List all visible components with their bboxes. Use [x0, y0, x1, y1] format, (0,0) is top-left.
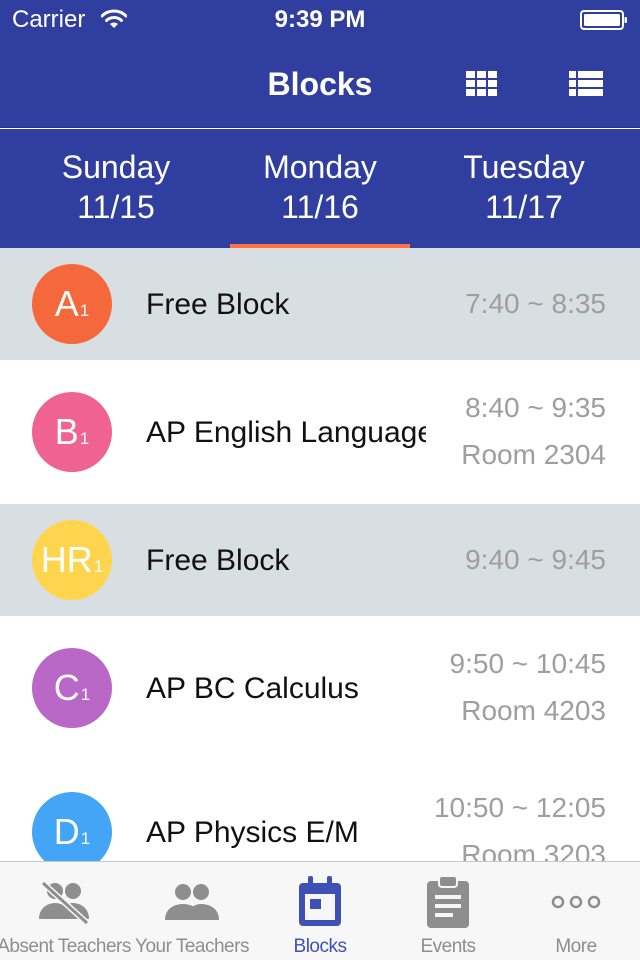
block-time: 9:50 ~ 10:45: [449, 648, 606, 679]
tab-label: Blocks: [293, 936, 347, 957]
tab-your-teachers[interactable]: Your Teachers: [128, 862, 256, 960]
more-dots-icon: [551, 895, 601, 909]
tab-events[interactable]: Events: [384, 862, 512, 960]
your-teachers-icon: [165, 884, 219, 920]
day-name: Tuesday: [463, 149, 585, 185]
block-subscript: 1: [79, 301, 90, 320]
day-tab-sunday[interactable]: Sunday 11/15: [16, 147, 216, 227]
absent-teachers-icon: [39, 880, 90, 926]
block-letter: D: [53, 811, 80, 852]
block-letter: B: [54, 411, 79, 452]
day-date: 11/15: [77, 189, 155, 225]
day-name: Sunday: [61, 149, 171, 185]
day-date: 11/16: [281, 189, 359, 225]
page-title: Blocks: [267, 66, 373, 102]
day-date: 11/17: [485, 189, 563, 225]
block-row-b[interactable]: B1 AP English Language 8:40 ~ 9:35 Room …: [0, 360, 640, 504]
tab-label: Absent Teachers: [0, 936, 131, 957]
block-name: AP BC Calculus: [146, 672, 359, 705]
tab-more[interactable]: More: [512, 862, 640, 960]
block-time: 8:40 ~ 9:35: [465, 392, 606, 423]
block-name: AP Physics E/M: [146, 816, 359, 849]
block-row-a[interactable]: A1 Free Block 7:40 ~ 8:35: [0, 248, 640, 360]
tab-blocks[interactable]: Blocks: [256, 862, 384, 960]
block-badge: C1: [32, 648, 112, 728]
tab-label: Your Teachers: [135, 936, 249, 957]
day-tab-monday[interactable]: Monday 11/16: [220, 147, 420, 227]
block-row-hr[interactable]: HR 1 Free Block 9:40 ~ 9:45: [0, 504, 640, 616]
block-name: Free Block: [146, 288, 290, 321]
tab-bar: Absent Teachers Your Teachers Blocks Eve…: [0, 861, 640, 960]
block-badge: A1: [32, 264, 112, 344]
block-subscript: 1: [93, 557, 104, 576]
block-time: 10:50 ~ 12:05: [433, 792, 606, 823]
block-room: Room 3203: [461, 839, 606, 861]
block-letter: HR: [40, 539, 93, 580]
day-name: Monday: [263, 149, 377, 185]
block-room: Room 4203: [461, 695, 606, 726]
block-row-d[interactable]: D1 AP Physics E/M 10:50 ~ 12:05 Room 320…: [0, 760, 640, 861]
grid-view-icon: [466, 71, 497, 96]
block-letter: A: [54, 283, 79, 324]
block-badge: D1: [32, 792, 112, 861]
block-subscript: 1: [79, 429, 90, 448]
grid-view-button[interactable]: [462, 64, 502, 104]
block-badge: HR 1: [32, 520, 112, 600]
navigation-bar: Blocks: [0, 40, 640, 128]
block-row-c[interactable]: C1 AP BC Calculus 9:50 ~ 10:45 Room 4203: [0, 616, 640, 760]
block-time: 7:40 ~ 8:35: [465, 288, 606, 319]
tab-label: More: [555, 936, 597, 957]
tab-label: Events: [420, 936, 476, 957]
tab-absent-teachers[interactable]: Absent Teachers: [0, 862, 131, 960]
battery-icon: [580, 10, 627, 30]
block-time: 9:40 ~ 9:45: [465, 544, 606, 575]
block-subscript: 1: [80, 685, 91, 704]
block-name: Free Block: [146, 544, 290, 577]
block-badge: B1: [32, 392, 112, 472]
clipboard-icon: [427, 875, 469, 928]
block-name: AP English Language: [146, 416, 426, 449]
block-room: Room 2304: [461, 439, 606, 470]
status-bar: Carrier 9:39 PM: [0, 0, 640, 40]
clock-time: 9:39 PM: [274, 6, 366, 33]
block-letter: C: [53, 667, 80, 708]
block-subscript: 1: [80, 829, 91, 848]
list-view-button[interactable]: [566, 64, 606, 104]
calendar-icon: [299, 876, 341, 926]
list-view-icon: [569, 71, 603, 96]
day-selector: Sunday 11/15 Monday 11/16 Tuesday 11/17: [0, 129, 640, 248]
blocks-list[interactable]: A1 Free Block 7:40 ~ 8:35 B1 AP English …: [0, 248, 640, 861]
day-tab-tuesday[interactable]: Tuesday 11/17: [424, 147, 624, 227]
